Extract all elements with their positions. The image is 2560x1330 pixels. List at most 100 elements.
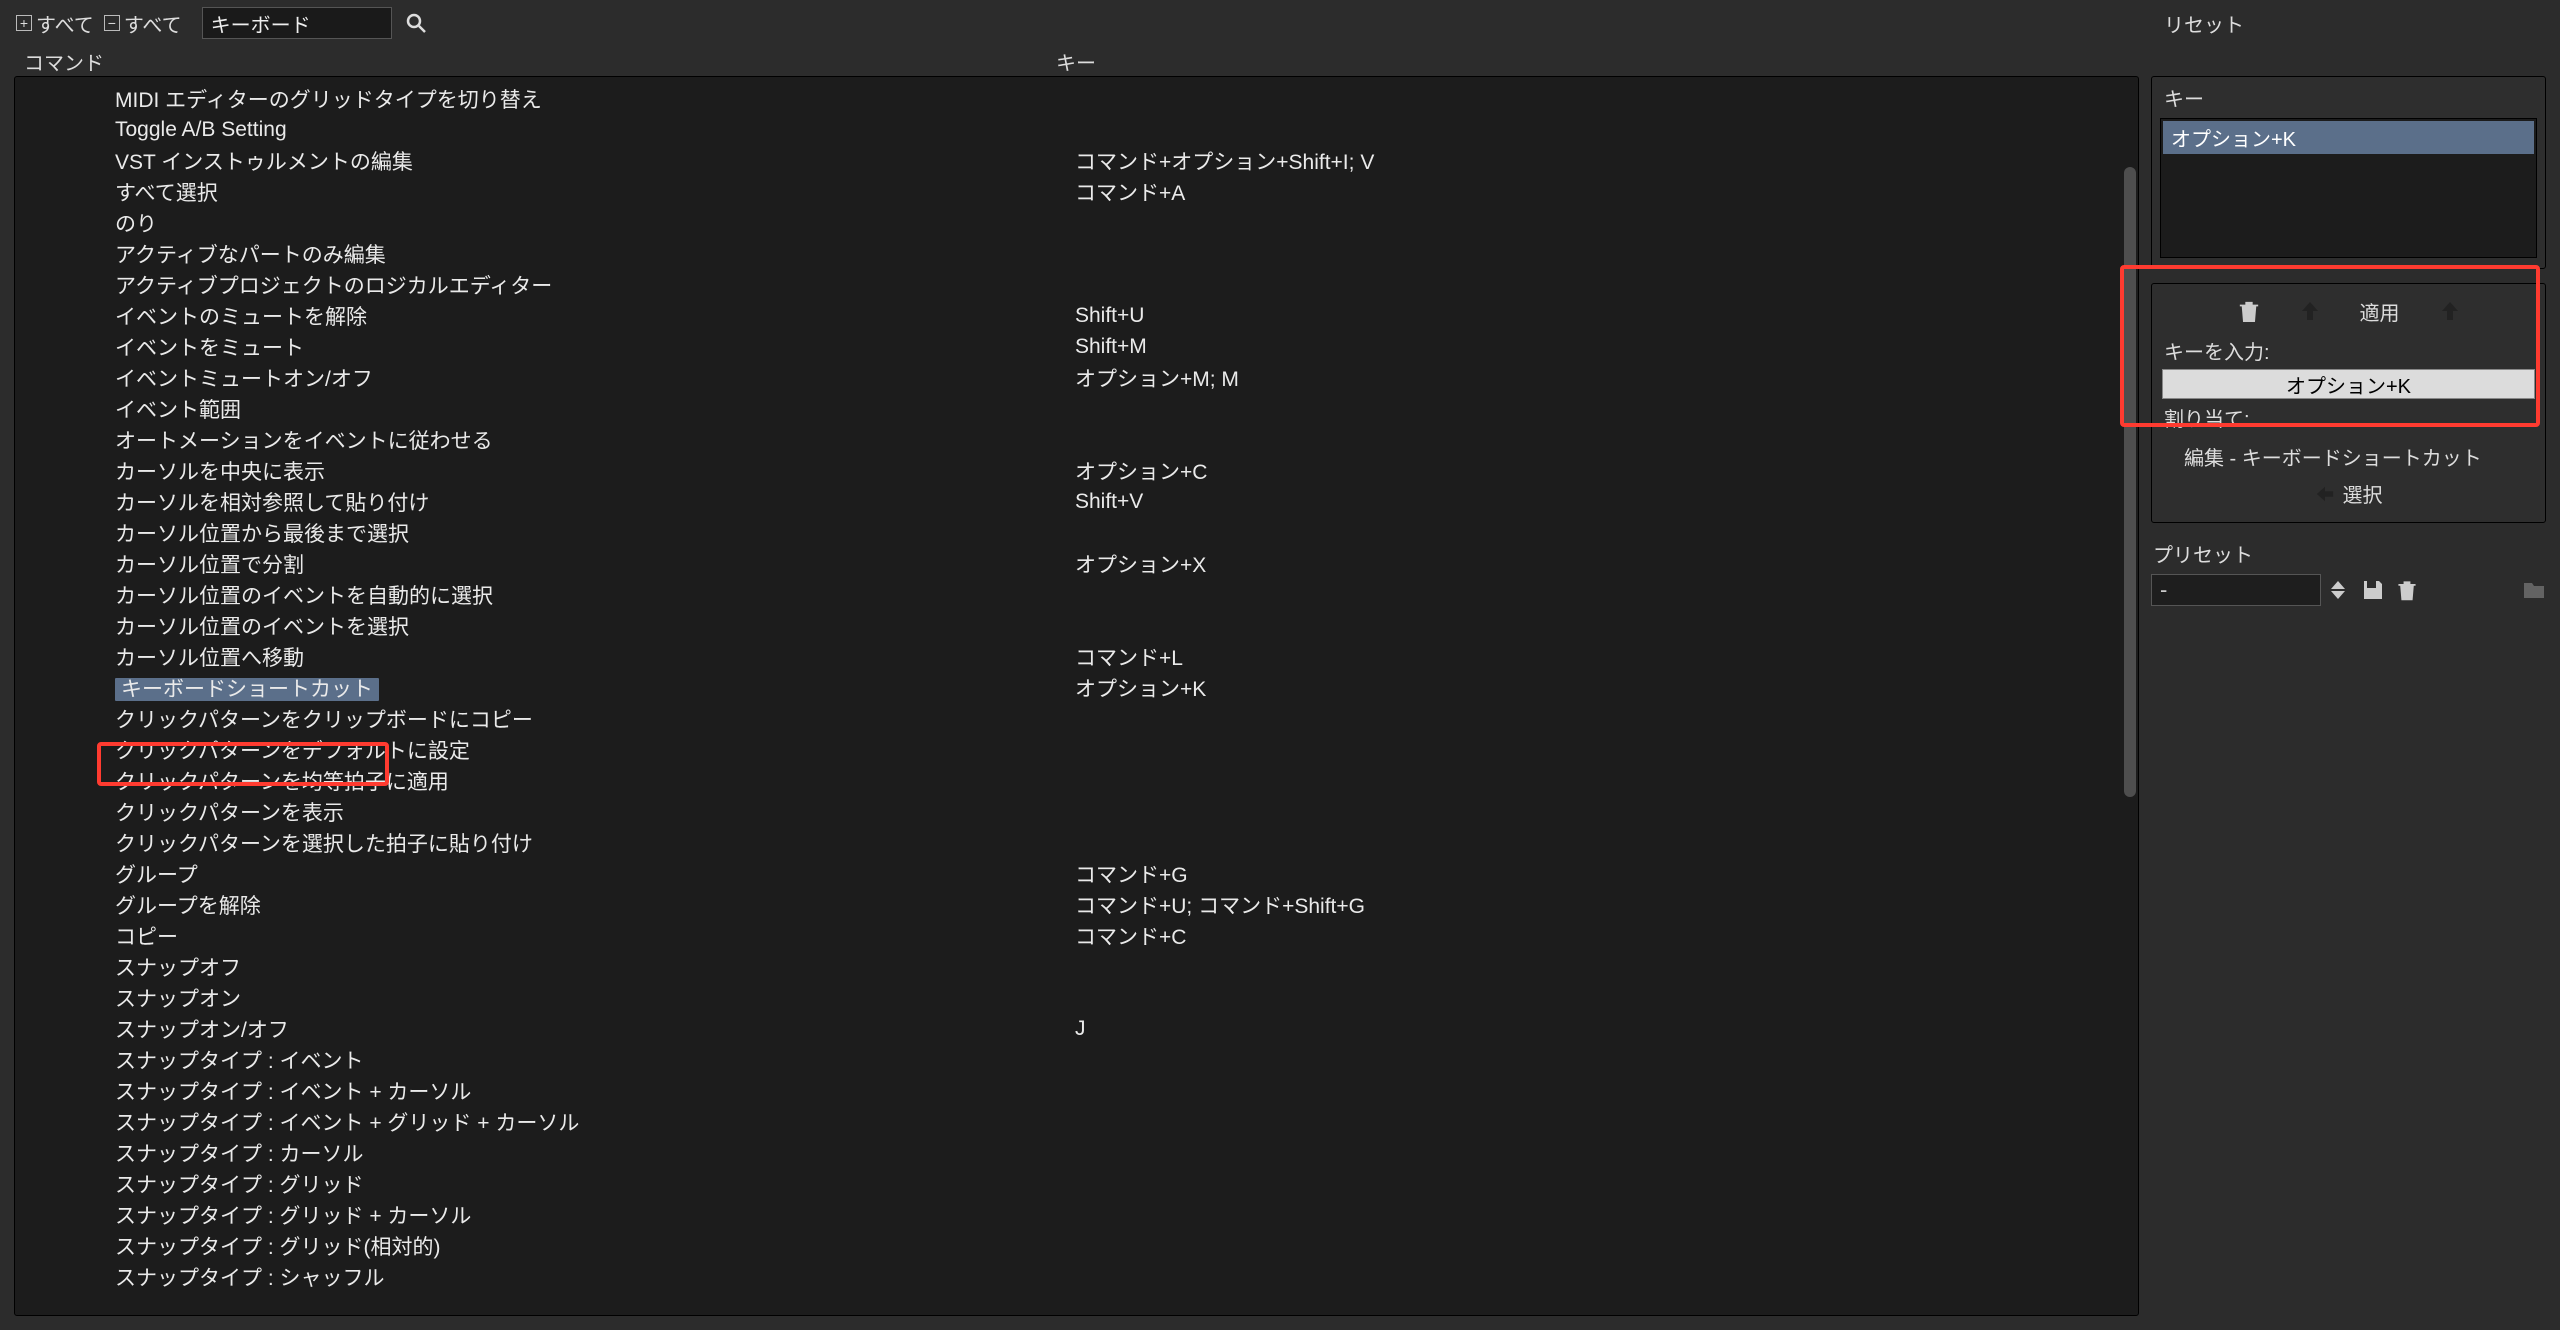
arrow-left-icon[interactable]	[2315, 483, 2335, 505]
command-row[interactable]: アクティブプロジェクトのロジカルエディター	[15, 269, 2138, 300]
command-row[interactable]: グループを解除コマンド+U; コマンド+Shift+G	[15, 889, 2138, 920]
command-row[interactable]: クリックパターンを均等拍子に適用	[15, 765, 2138, 796]
command-row[interactable]: クリックパターンをクリップボードにコピー	[15, 703, 2138, 734]
save-icon[interactable]	[2361, 578, 2385, 602]
expand-all-button[interactable]: + すべて	[16, 9, 94, 38]
arrow-up-icon[interactable]	[2300, 300, 2320, 322]
command-row[interactable]: スナップタイプ : シャッフル	[15, 1261, 2138, 1292]
command-label: スナップオン/オフ	[115, 1019, 289, 1042]
command-label: イベントをミュート	[115, 337, 304, 360]
command-label: スナップタイプ : イベント + グリッド + カーソル	[115, 1112, 579, 1135]
command-row[interactable]: MIDI エディターのグリッドタイプを切り替え	[15, 83, 2138, 114]
command-row[interactable]: スナップオン/オフ J	[15, 1013, 2138, 1044]
command-row[interactable]: オートメーションをイベントに従わせる	[15, 424, 2138, 455]
search-icon[interactable]	[402, 9, 430, 37]
command-row[interactable]: のり	[15, 207, 2138, 238]
preset-panel: プリセット -	[2151, 537, 2546, 606]
command-row[interactable]: カーソル位置へ移動 コマンド+L	[15, 641, 2138, 672]
key-label: オプション+C	[1075, 456, 2138, 486]
key-label: Shift+U	[1075, 304, 2138, 328]
command-label: カーソル位置へ移動	[115, 647, 304, 670]
command-row[interactable]: イベント範囲	[15, 393, 2138, 424]
command-label: カーソル位置のイベントを選択	[115, 616, 409, 639]
apply-panel: 適用 キーを入力: 割り当て: 編集 - キーボードショートカット 選択	[2151, 283, 2546, 523]
command-row[interactable]: クリックパターンを表示	[15, 796, 2138, 827]
key-list[interactable]: オプション+K	[2160, 118, 2537, 258]
command-row[interactable]: スナップタイプ : グリッド	[15, 1168, 2138, 1199]
command-row[interactable]: カーソル位置のイベントを自動的に選択	[15, 579, 2138, 610]
command-row[interactable]: VST インストゥルメントの編集コマンド+オプション+Shift+I; V	[15, 145, 2138, 176]
keys-header: キー	[2160, 81, 2537, 118]
command-label: スナップオフ	[115, 957, 241, 980]
command-row[interactable]: スナップタイプ : グリッド + カーソル	[15, 1199, 2138, 1230]
command-row[interactable]: スナップタイプ : カーソル	[15, 1137, 2138, 1168]
command-label: イベントのミュートを解除	[115, 306, 367, 329]
command-row[interactable]: グループコマンド+G	[15, 858, 2138, 889]
assigned-keys-panel: キー オプション+K	[2151, 76, 2546, 269]
chevron-up-icon[interactable]	[2331, 581, 2345, 589]
command-label: クリックパターンを表示	[115, 802, 344, 825]
assigned-to-value: 編集 - キーボードショートカット	[2162, 442, 2535, 471]
preset-value: -	[2160, 577, 2167, 603]
command-label: クリックパターンをデフォルトに設定	[115, 740, 470, 763]
key-label: J	[1075, 1017, 2138, 1041]
command-label: キーボードショートカット	[115, 678, 379, 701]
command-row[interactable]: アクティブなパートのみ編集	[15, 238, 2138, 269]
command-row[interactable]: カーソル位置から最後まで選択	[15, 517, 2138, 548]
key-input[interactable]	[2162, 369, 2535, 399]
key-input-label: キーを入力:	[2164, 336, 2535, 365]
command-label: スナップタイプ : グリッド	[115, 1174, 364, 1197]
command-row[interactable]: イベントミュートオン/オフオプション+M; M	[15, 362, 2138, 393]
command-row[interactable]: スナップタイプ : イベント	[15, 1044, 2138, 1075]
command-list-panel: MIDI エディターのグリッドタイプを切り替えToggle A/B Settin…	[14, 76, 2139, 1316]
command-row[interactable]: クリックパターンをデフォルトに設定	[15, 734, 2138, 765]
key-label: コマンド+L	[1075, 642, 2138, 672]
command-row[interactable]: キーボードショートカットオプション+K	[15, 672, 2138, 703]
command-row[interactable]: クリックパターンを選択した拍子に貼り付け	[15, 827, 2138, 858]
reset-button[interactable]: リセット	[2164, 9, 2244, 38]
command-row[interactable]: Toggle A/B Setting	[15, 114, 2138, 145]
key-label: コマンド+C	[1075, 921, 2138, 951]
key-label: オプション+X	[1075, 549, 2138, 579]
command-row[interactable]: カーソル位置で分割オプション+X	[15, 548, 2138, 579]
command-row[interactable]: カーソル位置のイベントを選択	[15, 610, 2138, 641]
command-row[interactable]: カーソルを中央に表示オプション+C	[15, 455, 2138, 486]
command-row[interactable]: スナップオフ	[15, 951, 2138, 982]
collapse-all-button[interactable]: − すべて	[104, 9, 182, 38]
command-row[interactable]: コピーコマンド+C	[15, 920, 2138, 951]
folder-icon[interactable]	[2522, 578, 2546, 602]
chevron-down-icon[interactable]	[2331, 591, 2345, 599]
toolbar: + すべて − すべて リセット	[0, 0, 2560, 46]
command-label: カーソル位置のイベントを自動的に選択	[115, 585, 493, 608]
command-row[interactable]: スナップタイプ : グリッド(相対的)	[15, 1230, 2138, 1261]
command-row[interactable]: スナップタイプ : イベント + カーソル	[15, 1075, 2138, 1106]
preset-spinner[interactable]	[2331, 574, 2351, 606]
command-label: すべて選択	[115, 182, 218, 205]
command-label: イベントミュートオン/オフ	[115, 368, 373, 391]
command-row[interactable]: イベントをミュートShift+M	[15, 331, 2138, 362]
apply-label: 適用	[2360, 297, 2400, 326]
command-label: アクティブプロジェクトのロジカルエディター	[115, 275, 552, 298]
command-row[interactable]: スナップオン	[15, 982, 2138, 1013]
plus-square-icon: +	[16, 15, 32, 31]
command-label: スナップオン	[115, 988, 241, 1011]
command-label: クリックパターンを選択した拍子に貼り付け	[115, 833, 533, 856]
command-row[interactable]: すべて選択 コマンド+A	[15, 176, 2138, 207]
command-label: MIDI エディターのグリッドタイプを切り替え	[115, 89, 542, 112]
command-row[interactable]: イベントのミュートを解除 Shift+U	[15, 300, 2138, 331]
key-label: コマンド+A	[1075, 177, 2138, 207]
collapse-all-label: すべて	[124, 9, 182, 38]
arrow-up-icon[interactable]	[2440, 300, 2460, 322]
command-label: スナップタイプ : イベント	[115, 1050, 364, 1073]
command-row[interactable]: スナップタイプ : イベント + グリッド + カーソル	[15, 1106, 2138, 1137]
command-row[interactable]: カーソルを相対参照して貼り付けShift+V	[15, 486, 2138, 517]
preset-select[interactable]: -	[2151, 574, 2321, 606]
key-list-item[interactable]: オプション+K	[2163, 121, 2534, 154]
assigned-label: 割り当て:	[2164, 403, 2535, 432]
command-label: オートメーションをイベントに従わせる	[115, 430, 493, 453]
trash-icon[interactable]	[2238, 298, 2260, 324]
search-input[interactable]	[202, 7, 392, 39]
scrollbar[interactable]	[2124, 167, 2136, 797]
trash-icon[interactable]	[2395, 578, 2419, 602]
command-label: スナップタイプ : グリッド(相対的)	[115, 1236, 441, 1259]
